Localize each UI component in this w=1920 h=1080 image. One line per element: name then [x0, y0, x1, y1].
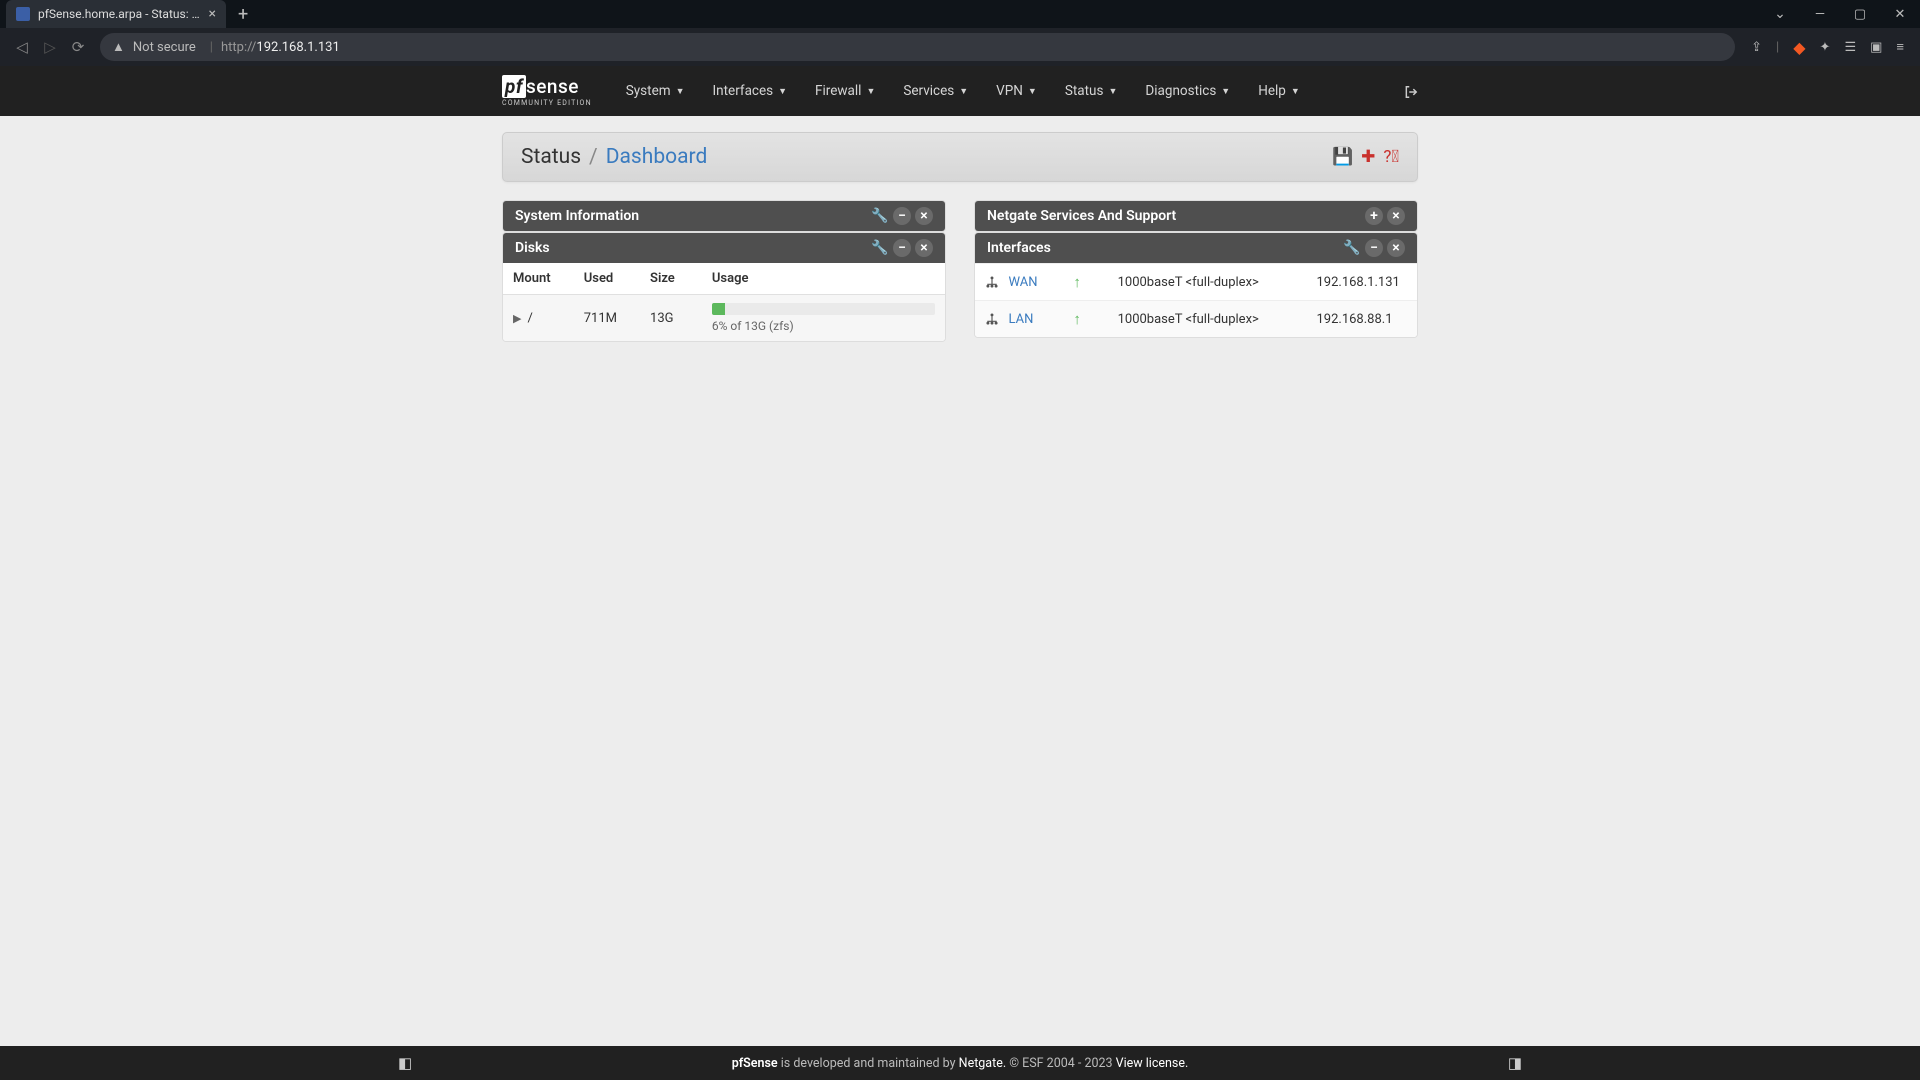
- panel-close-icon[interactable]: ×: [1387, 207, 1405, 225]
- nav-menu: System▼ Interfaces▼ Firewall▼ Services▼ …: [612, 66, 1314, 116]
- nav-status[interactable]: Status▼: [1051, 66, 1132, 116]
- panel-collapse-icon[interactable]: −: [893, 239, 911, 257]
- left-column: System Information 🔧 − × Disks 🔧 − ×: [502, 200, 946, 342]
- footer: ◧ pfSense is developed and maintained by…: [0, 1046, 1920, 1080]
- browser-tab[interactable]: pfSense.home.arpa - Status: Dash ×: [6, 0, 226, 28]
- panel-settings-icon[interactable]: 🔧: [1343, 239, 1361, 257]
- col-used: Used: [574, 263, 640, 295]
- interface-link-wan[interactable]: WAN: [1008, 275, 1037, 290]
- disks-panel: Disks 🔧 − × Mount Used Size Usage: [502, 232, 946, 342]
- nav-vpn[interactable]: VPN▼: [982, 66, 1051, 116]
- reader-icon[interactable]: ☰: [1844, 40, 1856, 55]
- usage-fill: [712, 303, 725, 315]
- view-license-link[interactable]: View license.: [1116, 1056, 1189, 1071]
- tab-title: pfSense.home.arpa - Status: Dash: [38, 7, 201, 21]
- breadcrumb-dashboard[interactable]: Dashboard: [606, 145, 708, 169]
- sidepanel-icon[interactable]: ▣: [1870, 40, 1882, 55]
- network-icon: [985, 274, 1002, 290]
- interface-media: 1000baseT <full-duplex>: [1108, 301, 1307, 338]
- panel-title: Interfaces: [987, 240, 1051, 256]
- main-nav: pfsense COMMUNITY EDITION System▼ Interf…: [0, 66, 1920, 116]
- nav-system[interactable]: System▼: [612, 66, 699, 116]
- url-host: 192.168.1.131: [256, 40, 339, 55]
- col-usage: Usage: [702, 263, 945, 295]
- share-icon[interactable]: ⇪: [1751, 40, 1762, 55]
- panel-settings-icon[interactable]: 🔧: [871, 239, 889, 257]
- system-information-panel: System Information 🔧 − ×: [502, 200, 946, 232]
- logout-icon[interactable]: [1404, 81, 1418, 101]
- interface-address: 192.168.88.1: [1306, 301, 1417, 338]
- nav-interfaces[interactable]: Interfaces▼: [699, 66, 802, 116]
- disks-table: Mount Used Size Usage ▶/ 711M 13G 6% of: [503, 263, 945, 341]
- nav-diagnostics[interactable]: Diagnostics▼: [1131, 66, 1244, 116]
- browser-titlebar: pfSense.home.arpa - Status: Dash × + ⌄ —…: [0, 0, 1920, 28]
- nav-firewall[interactable]: Firewall▼: [801, 66, 889, 116]
- url-protocol: http://: [221, 40, 256, 55]
- nav-help[interactable]: Help▼: [1244, 66, 1314, 116]
- browser-menu-icon[interactable]: ≡: [1896, 39, 1904, 55]
- not-secure-icon: ▲: [112, 39, 125, 55]
- footer-text: pfSense is developed and maintained by N…: [732, 1056, 1189, 1071]
- not-secure-label: Not secure: [133, 40, 196, 55]
- breadcrumb-actions: 💾 ✚ ?⃝: [1332, 147, 1399, 167]
- logo[interactable]: pfsense COMMUNITY EDITION: [502, 75, 592, 107]
- panel-collapse-icon[interactable]: −: [893, 207, 911, 225]
- footer-toggle-left-icon[interactable]: ◧: [398, 1054, 412, 1072]
- right-column: Netgate Services And Support + × Interfa…: [974, 200, 1418, 342]
- interface-link-lan[interactable]: LAN: [1008, 312, 1033, 327]
- save-icon[interactable]: 💾: [1332, 147, 1353, 167]
- usage-text: 6% of 13G (zfs): [712, 319, 935, 333]
- panel-title: Disks: [515, 240, 550, 256]
- window-controls: ⌄ — ▢ ✕: [1760, 6, 1920, 22]
- panel-close-icon[interactable]: ×: [915, 239, 933, 257]
- expand-icon[interactable]: ▶: [513, 312, 521, 325]
- interfaces-table: WAN ↑ 1000baseT <full-duplex> 192.168.1.…: [975, 263, 1417, 337]
- panel-close-icon[interactable]: ×: [1387, 239, 1405, 257]
- extensions-icon[interactable]: ✦: [1820, 40, 1831, 55]
- interface-row: LAN ↑ 1000baseT <full-duplex> 192.168.88…: [975, 301, 1417, 338]
- tab-close-icon[interactable]: ×: [209, 6, 216, 22]
- disk-row[interactable]: ▶/ 711M 13G 6% of 13G (zfs): [503, 295, 945, 342]
- interfaces-panel: Interfaces 🔧 − ×: [974, 232, 1418, 338]
- network-icon: [985, 311, 1002, 327]
- panel-title: System Information: [515, 208, 639, 224]
- add-widget-icon[interactable]: ✚: [1361, 147, 1375, 167]
- status-up-icon: ↑: [1073, 273, 1081, 291]
- reload-button[interactable]: ⟳: [64, 38, 92, 56]
- interface-row: WAN ↑ 1000baseT <full-duplex> 192.168.1.…: [975, 264, 1417, 301]
- panel-close-icon[interactable]: ×: [915, 207, 933, 225]
- window-minimize-icon[interactable]: —: [1800, 7, 1840, 22]
- breadcrumb-status: Status: [521, 145, 581, 169]
- col-size: Size: [640, 263, 702, 295]
- panel-settings-icon[interactable]: 🔧: [871, 207, 889, 225]
- address-bar[interactable]: ▲ Not secure | http://192.168.1.131: [100, 33, 1735, 61]
- netgate-panel: Netgate Services And Support + ×: [974, 200, 1418, 232]
- panel-expand-icon[interactable]: +: [1365, 207, 1383, 225]
- window-maximize-icon[interactable]: ▢: [1840, 7, 1880, 22]
- forward-button[interactable]: ▷: [36, 38, 64, 56]
- breadcrumb: Status / Dashboard 💾 ✚ ?⃝: [502, 132, 1418, 182]
- usage-bar: [712, 303, 935, 315]
- interface-address: 192.168.1.131: [1306, 264, 1417, 301]
- brave-shield-icon[interactable]: ◆: [1793, 38, 1805, 57]
- new-tab-button[interactable]: +: [238, 4, 248, 25]
- favicon: [16, 7, 30, 21]
- toolbar-right-icons: ⇪ | ◆ ✦ ☰ ▣ ≡: [1743, 38, 1912, 57]
- help-icon[interactable]: ?⃝: [1383, 147, 1399, 167]
- netgate-link[interactable]: Netgate.: [959, 1056, 1006, 1071]
- interface-media: 1000baseT <full-duplex>: [1108, 264, 1307, 301]
- window-close-icon[interactable]: ✕: [1880, 7, 1920, 22]
- browser-toolbar: ◁ ▷ ⟳ ▲ Not secure | http://192.168.1.13…: [0, 28, 1920, 66]
- status-up-icon: ↑: [1073, 310, 1081, 328]
- panel-title: Netgate Services And Support: [987, 208, 1176, 224]
- back-button[interactable]: ◁: [8, 38, 36, 56]
- footer-toggle-right-icon[interactable]: ◨: [1508, 1054, 1522, 1072]
- tabs-dropdown-icon[interactable]: ⌄: [1760, 6, 1800, 22]
- col-mount: Mount: [503, 263, 574, 295]
- panel-collapse-icon[interactable]: −: [1365, 239, 1383, 257]
- page-content: Status / Dashboard 💾 ✚ ?⃝ System Informa…: [502, 132, 1418, 342]
- nav-services[interactable]: Services▼: [889, 66, 982, 116]
